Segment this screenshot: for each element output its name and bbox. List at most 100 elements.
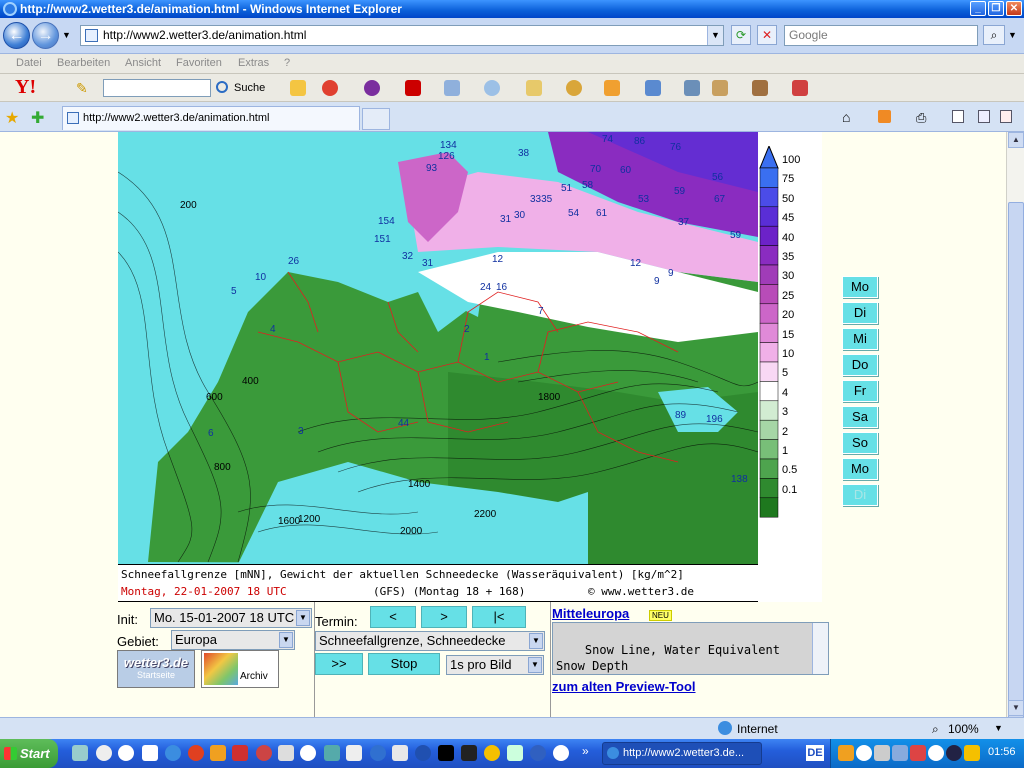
day-button-fr[interactable]: Fr (842, 380, 878, 402)
tray-icon[interactable] (928, 745, 944, 761)
zoom-level[interactable]: 100% (948, 722, 979, 736)
highlight-icon[interactable] (290, 80, 306, 96)
quicklaunch-icon[interactable] (188, 745, 204, 761)
snow-map[interactable]: 134 126 93 74 86 76 38 70 60 51 58 3335 53 59 56 67 54 61… (118, 132, 758, 564)
speed-select[interactable]: 1s pro Bild ▼ (446, 655, 544, 675)
feed-icon[interactable] (878, 110, 891, 123)
menu-datei[interactable]: Datei (16, 57, 42, 69)
quicklaunch-icon[interactable] (142, 745, 158, 761)
target-icon[interactable] (322, 80, 338, 96)
mitteleuropa-link[interactable]: Mitteleuropa (552, 606, 629, 621)
menu-extras[interactable]: Extras (238, 57, 269, 69)
quicklaunch-icon[interactable] (232, 745, 248, 761)
archiv-button[interactable]: Archiv (201, 650, 279, 688)
page-menu-icon[interactable] (952, 110, 964, 123)
home-icon[interactable]: ⌂ (842, 109, 850, 125)
scroll-up-icon[interactable]: ▲ (1008, 132, 1024, 148)
quicklaunch-icon[interactable] (392, 745, 408, 761)
close-button[interactable]: ✕ (1006, 1, 1022, 16)
maximize-button[interactable]: ❐ (988, 1, 1004, 16)
quicklaunch-icon[interactable] (438, 745, 454, 761)
product-select[interactable]: Schneefallgrenze, Schneedecke ▼ (315, 631, 545, 651)
day-button-so[interactable]: So (842, 432, 878, 454)
quicklaunch-icon[interactable] (118, 745, 134, 761)
init-select[interactable]: Mo. 15-01-2007 18 UTC ▼ (150, 608, 312, 628)
tray-icon[interactable] (856, 745, 872, 761)
shopping-icon[interactable] (604, 80, 620, 96)
search-icon[interactable]: ⌕ (983, 25, 1005, 45)
first-button[interactable]: |< (472, 606, 526, 628)
favorites-star-icon[interactable]: ★ (5, 108, 19, 128)
yahoo-y-icon[interactable] (405, 80, 421, 96)
menu-help[interactable]: ? (284, 57, 290, 69)
address-input[interactable]: http://www2.wetter3.de/animation.html ▼ (80, 25, 724, 46)
quicklaunch-icon[interactable] (300, 745, 316, 761)
menu-favoriten[interactable]: Favoriten (176, 57, 222, 69)
research-icon[interactable] (1000, 110, 1012, 123)
chevron-down-icon[interactable]: ▼ (529, 633, 543, 649)
info-scrollbar[interactable] (812, 623, 828, 674)
quicklaunch-icon[interactable] (484, 745, 500, 761)
refresh-button[interactable]: ⟳ (731, 25, 751, 45)
day-button-di[interactable]: Di (842, 484, 878, 506)
tray-icon[interactable] (874, 745, 890, 761)
quicklaunch-icon[interactable] (165, 745, 181, 761)
history-dropdown-icon[interactable]: ▼ (62, 30, 71, 40)
yahoo-logo-icon[interactable]: Y! (15, 76, 36, 99)
tray-icon[interactable] (892, 745, 908, 761)
page-scrollbar[interactable]: ▲ ▼ (1006, 132, 1024, 722)
start-button[interactable]: Start (0, 739, 58, 768)
day-button-di[interactable]: Di (842, 302, 878, 324)
chevron-down-icon[interactable]: ▼ (994, 723, 1003, 733)
taskbar-item-ie[interactable]: http://www2.wetter3.de... (602, 742, 762, 765)
chevron-down-icon[interactable]: ▼ (528, 657, 542, 673)
exit-icon[interactable] (792, 80, 808, 96)
previous-button[interactable]: < (370, 606, 416, 628)
forward-button[interactable]: → (32, 22, 59, 49)
product-info-box[interactable]: Snow Line, Water Equivalent Snow Depth (552, 622, 829, 675)
tray-icon[interactable] (964, 745, 980, 761)
back-button[interactable]: ← (3, 22, 30, 49)
game-icon[interactable] (712, 80, 728, 96)
startseite-button[interactable]: wetter3.de Startseite (117, 650, 195, 688)
stop-animation-button[interactable]: Stop (368, 653, 440, 675)
chevron-down-icon[interactable]: ▼ (707, 26, 723, 45)
day-button-mo[interactable]: Mo (842, 458, 878, 480)
scroll-down-icon[interactable]: ▼ (1008, 700, 1024, 716)
day-button-do[interactable]: Do (842, 354, 878, 376)
search-input[interactable]: Google (784, 25, 978, 46)
add-favorite-icon[interactable]: ✚ (31, 108, 44, 128)
quicklaunch-icon[interactable] (461, 745, 477, 761)
language-indicator[interactable]: DE (806, 745, 824, 761)
weather-icon[interactable] (484, 80, 500, 96)
zoom-icon[interactable]: ⌕ (932, 722, 939, 737)
quicklaunch-icon[interactable] (553, 745, 569, 761)
quicklaunch-icon[interactable] (72, 745, 88, 761)
calendar-icon[interactable] (645, 80, 661, 96)
tools-menu-icon[interactable] (978, 110, 990, 123)
day-button-sa[interactable]: Sa (842, 406, 878, 428)
menu-bearbeiten[interactable]: Bearbeiten (57, 57, 110, 69)
messenger-icon[interactable] (566, 80, 582, 96)
preview-tool-link[interactable]: zum alten Preview-Tool (552, 679, 696, 694)
print-icon[interactable]: ⎙ (916, 110, 926, 126)
scroll-thumb[interactable] (1008, 202, 1024, 722)
quicklaunch-icon[interactable] (210, 745, 226, 761)
mail-icon[interactable] (444, 80, 460, 96)
pencil-icon[interactable]: ✎ (76, 80, 88, 97)
gebiet-select[interactable]: Europa ▼ (171, 630, 295, 650)
new-tab-button[interactable] (362, 108, 390, 130)
day-button-mo[interactable]: Mo (842, 276, 878, 298)
quicklaunch-icon[interactable] (530, 745, 546, 761)
chevron-down-icon[interactable]: ▼ (296, 610, 310, 626)
quicklaunch-icon[interactable] (507, 745, 523, 761)
tool-icon[interactable] (752, 80, 768, 96)
more-icon[interactable]: » (582, 744, 589, 758)
toolbar-search-input[interactable] (103, 79, 211, 97)
search-options-icon[interactable]: ▼ (1008, 30, 1017, 40)
tray-icon[interactable] (946, 745, 962, 761)
quicklaunch-icon[interactable] (96, 745, 112, 761)
quicklaunch-icon[interactable] (324, 745, 340, 761)
quicklaunch-icon[interactable] (278, 745, 294, 761)
toolbar-search-button[interactable]: Suche (214, 78, 265, 98)
